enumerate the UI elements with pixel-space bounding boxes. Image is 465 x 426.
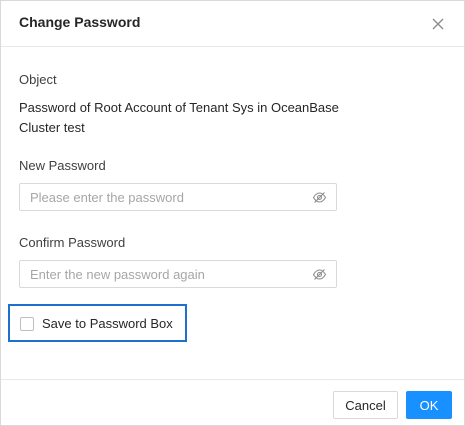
new-password-field [19, 183, 337, 211]
new-password-label: New Password [19, 158, 106, 173]
eye-slash-icon[interactable] [312, 267, 327, 282]
object-value: Password of Root Account of Tenant Sys i… [19, 100, 339, 135]
confirm-password-field [19, 260, 337, 288]
dialog-header: Change Password [1, 1, 464, 47]
eye-slash-icon[interactable] [312, 190, 327, 205]
dialog-title: Change Password [19, 14, 141, 30]
change-password-dialog: Change Password Object Password of Root … [0, 0, 465, 426]
cancel-button[interactable]: Cancel [333, 391, 398, 419]
new-password-input[interactable] [20, 184, 310, 210]
ok-button[interactable]: OK [406, 391, 452, 419]
close-icon[interactable] [429, 15, 447, 33]
confirm-password-label: Confirm Password [19, 235, 126, 250]
confirm-password-input[interactable] [20, 261, 310, 287]
object-label: Object [19, 72, 57, 87]
save-to-password-box-checkbox[interactable] [20, 317, 34, 331]
save-to-password-box-label[interactable]: Save to Password Box [42, 316, 173, 331]
